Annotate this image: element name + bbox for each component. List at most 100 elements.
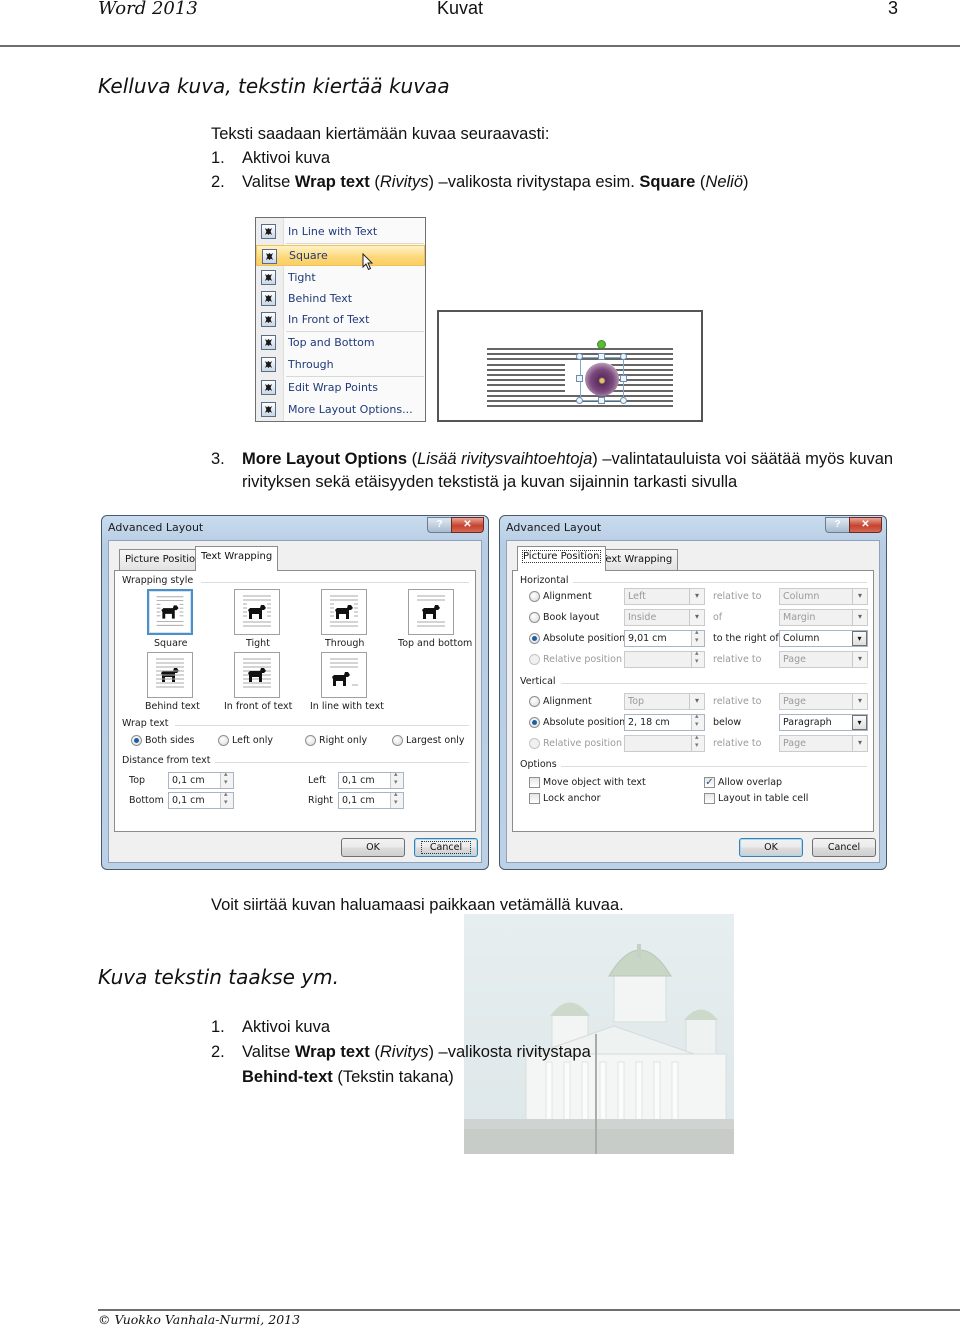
- vertical-alignment-select[interactable]: Top ▾: [624, 693, 705, 710]
- horizontal-absolute-relative-select[interactable]: Column ▾: [779, 630, 868, 647]
- horizontal-relative-position-input[interactable]: [624, 649, 705, 668]
- resize-handle[interactable]: [598, 353, 605, 360]
- chevron-down-icon[interactable]: ▾: [852, 610, 867, 625]
- rotate-handle[interactable]: [597, 340, 606, 349]
- help-button[interactable]: ?: [427, 517, 452, 533]
- radio-horizontal-relative-position[interactable]: [529, 654, 540, 665]
- vertical-absolute-position-input[interactable]: 2, 18 cm: [624, 712, 705, 731]
- wrap-style-behind-text[interactable]: [147, 652, 193, 698]
- checkbox-layout-in-table-cell[interactable]: [704, 793, 715, 804]
- chevron-down-icon[interactable]: ▾: [852, 652, 867, 667]
- radio-horizontal-alignment[interactable]: [529, 591, 540, 602]
- radio-label: Left only: [232, 735, 273, 746]
- distance-right-input[interactable]: 0,1 cm: [338, 790, 404, 809]
- step-text: Aktivoi kuva: [242, 1018, 331, 1036]
- menu-separator: [286, 243, 424, 244]
- group-divider: [175, 725, 469, 726]
- spinner-buttons[interactable]: [691, 628, 704, 646]
- help-button[interactable]: ?: [825, 517, 850, 533]
- resize-handle[interactable]: [620, 397, 627, 404]
- radio-vertical-relative-position[interactable]: [529, 738, 540, 749]
- book-layout-select[interactable]: Inside ▾: [624, 609, 705, 626]
- radio-both-sides[interactable]: [131, 735, 142, 746]
- header-chapter-title: Kuvat: [437, 0, 484, 18]
- resize-handle[interactable]: [576, 353, 583, 360]
- distance-top-input[interactable]: 0,1 cm: [168, 770, 234, 789]
- radio-vertical-alignment[interactable]: [529, 696, 540, 707]
- radio-right-only[interactable]: [305, 735, 316, 746]
- wrap-style-in-line-with-text[interactable]: [321, 652, 367, 698]
- checkbox-allow-overlap[interactable]: ✓: [704, 777, 715, 788]
- distance-bottom-input[interactable]: 0,1 cm: [168, 790, 234, 809]
- step-1: 1. Aktivoi kuva: [211, 1015, 330, 1039]
- vertical-relative-position-input[interactable]: [624, 733, 705, 752]
- chevron-down-icon[interactable]: ▾: [852, 694, 867, 709]
- ok-button[interactable]: OK: [341, 838, 405, 857]
- radio-horizontal-absolute-position[interactable]: [529, 633, 540, 644]
- wrap-style-in-front-of-text[interactable]: [234, 652, 280, 698]
- menu-item-edit-wrap-points[interactable]: Edit Wrap Points: [256, 377, 425, 398]
- chevron-down-icon[interactable]: ▾: [852, 589, 867, 604]
- chevron-down-icon[interactable]: ▾: [689, 610, 704, 625]
- wrap-style-tight[interactable]: [234, 589, 280, 635]
- radio-largest-only[interactable]: [392, 735, 403, 746]
- radio-label: Absolute position: [543, 633, 626, 644]
- distance-left-input[interactable]: 0,1 cm: [338, 770, 404, 789]
- checkbox-lock-anchor[interactable]: [529, 793, 540, 804]
- horizontal-relative-select[interactable]: Page ▾: [779, 651, 868, 668]
- menu-item-in-front-of-text[interactable]: In Front of Text: [256, 309, 425, 330]
- close-button[interactable]: ✕: [451, 517, 484, 533]
- menu-item-in-line-with-text[interactable]: In Line with Text: [256, 221, 425, 242]
- wrap-style-through[interactable]: [321, 589, 367, 635]
- spinner-buttons[interactable]: [691, 733, 704, 751]
- spinner-buttons[interactable]: [691, 649, 704, 667]
- vertical-absolute-relative-select[interactable]: Paragraph ▾: [779, 714, 868, 731]
- resize-handle[interactable]: [598, 397, 605, 404]
- spinner-buttons[interactable]: [220, 790, 233, 808]
- spinner-buttons[interactable]: [691, 712, 704, 730]
- menu-item-top-and-bottom[interactable]: Top and Bottom: [256, 332, 425, 353]
- checkbox-move-object-with-text[interactable]: [529, 777, 540, 788]
- chevron-down-icon[interactable]: ▾: [852, 715, 867, 730]
- menu-item-more-layout-options[interactable]: More Layout Options...: [256, 399, 425, 420]
- menu-item-tight[interactable]: Tight: [256, 267, 425, 288]
- menu-item-square[interactable]: Square: [256, 245, 425, 266]
- wrap-square-icon: [262, 249, 277, 264]
- ok-button[interactable]: OK: [739, 838, 803, 857]
- tab-picture-position[interactable]: Picture Position: [517, 546, 606, 571]
- horizontal-absolute-position-input[interactable]: 9,01 cm: [624, 628, 705, 647]
- radio-left-only[interactable]: [218, 735, 229, 746]
- menu-item-behind-text[interactable]: Behind Text: [256, 288, 425, 309]
- menu-item-through[interactable]: Through: [256, 354, 425, 375]
- horizontal-alignment-select[interactable]: Left ▾: [624, 588, 705, 605]
- chevron-down-icon[interactable]: ▾: [689, 694, 704, 709]
- wrap-style-top-and-bottom[interactable]: [408, 589, 454, 635]
- vertical-alignment-relative-select[interactable]: Page ▾: [779, 693, 868, 710]
- radio-book-layout[interactable]: [529, 612, 540, 623]
- resize-handle[interactable]: [576, 397, 583, 404]
- menu-item-label: Edit Wrap Points: [288, 381, 378, 394]
- chevron-down-icon[interactable]: ▾: [689, 589, 704, 604]
- tab-text-wrapping[interactable]: Text Wrapping: [195, 546, 279, 571]
- vertical-relative-select[interactable]: Page ▾: [779, 735, 868, 752]
- chevron-down-icon[interactable]: ▾: [852, 631, 867, 646]
- close-button[interactable]: ✕: [849, 517, 882, 533]
- radio-vertical-absolute-position[interactable]: [529, 717, 540, 728]
- resize-handle[interactable]: [576, 375, 583, 382]
- wrap-style-square[interactable]: [147, 589, 193, 635]
- spinner-buttons[interactable]: [390, 770, 403, 788]
- wrap-style-preview-icon: [156, 658, 184, 688]
- pansy-image[interactable]: [585, 362, 619, 396]
- book-layout-of-select[interactable]: Margin ▾: [779, 609, 868, 626]
- tab-text-wrapping[interactable]: Text Wrapping: [595, 549, 679, 570]
- resize-handle[interactable]: [620, 375, 627, 382]
- cancel-button[interactable]: Cancel: [414, 838, 478, 857]
- resize-handle[interactable]: [620, 353, 627, 360]
- step-text: Valitse: [242, 173, 295, 191]
- horizontal-alignment-relative-select[interactable]: Column ▾: [779, 588, 868, 605]
- helsinki-cathedral-image[interactable]: [464, 914, 734, 1154]
- chevron-down-icon[interactable]: ▾: [852, 736, 867, 751]
- spinner-buttons[interactable]: [390, 790, 403, 808]
- spinner-buttons[interactable]: [220, 770, 233, 788]
- cancel-button[interactable]: Cancel: [812, 838, 876, 857]
